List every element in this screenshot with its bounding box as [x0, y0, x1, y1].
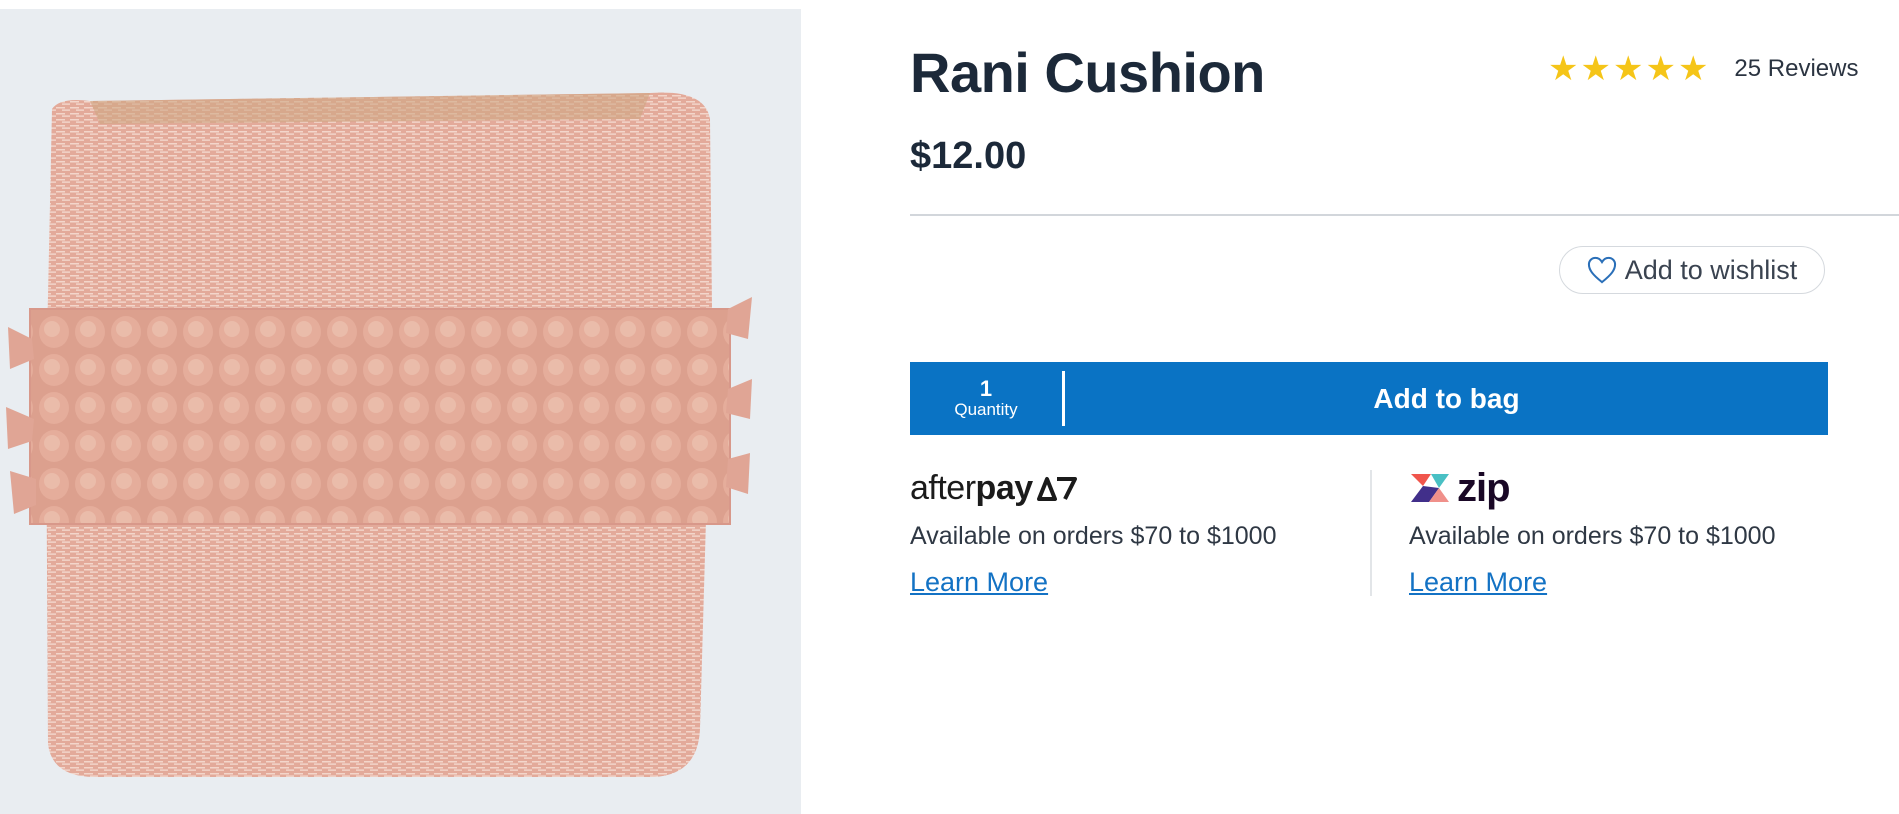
afterpay-logo: afterpay — [910, 468, 1276, 508]
product-price: $12.00 — [910, 135, 1027, 177]
zip-learn-more-link[interactable]: Learn More — [1409, 567, 1547, 598]
afterpay-arrows-icon — [1036, 477, 1077, 501]
add-to-bag-bar: 1 Quantity Add to bag — [910, 362, 1828, 435]
rating[interactable]: ★ ★ ★ ★ ★ 25 Reviews — [1548, 52, 1858, 86]
zip-mark-icon — [1411, 474, 1449, 502]
star-icon: ★ — [1612, 49, 1644, 89]
add-to-bag-button[interactable]: Add to bag — [1065, 362, 1828, 435]
star-icon: ★ — [1645, 49, 1676, 89]
pink-woven-cushion-image — [6, 92, 752, 777]
divider — [910, 214, 1899, 216]
rating-stars: ★ ★ ★ ★ ★ — [1548, 52, 1708, 86]
star-icon: ★ — [1677, 49, 1709, 89]
zip-section: zip Available on orders $70 to $1000 Lea… — [1409, 468, 1775, 598]
payments-divider — [1370, 470, 1372, 596]
wishlist-label: Add to wishlist — [1624, 254, 1798, 285]
zip-logo: zip — [1409, 468, 1775, 508]
quantity-value: 1 — [979, 375, 993, 401]
afterpay-section: afterpay Available on orders $70 to $100… — [910, 468, 1276, 598]
star-icon: ★ — [1548, 49, 1579, 89]
afterpay-note: Available on orders $70 to $1000 — [910, 522, 1277, 550]
heart-icon — [1587, 256, 1616, 284]
add-to-wishlist-button[interactable]: Add to wishlist — [1559, 246, 1825, 294]
quantity-selector[interactable]: 1 Quantity — [910, 362, 1062, 435]
product-image[interactable] — [0, 9, 801, 814]
afterpay-learn-more-link[interactable]: Learn More — [910, 567, 1048, 598]
product-title: Rani Cushion — [910, 41, 1265, 104]
star-icon: ★ — [1580, 49, 1611, 89]
quantity-label: Quantity — [954, 399, 1018, 419]
reviews-count[interactable]: 25 Reviews — [1734, 55, 1858, 83]
zip-note: Available on orders $70 to $1000 — [1409, 522, 1776, 550]
